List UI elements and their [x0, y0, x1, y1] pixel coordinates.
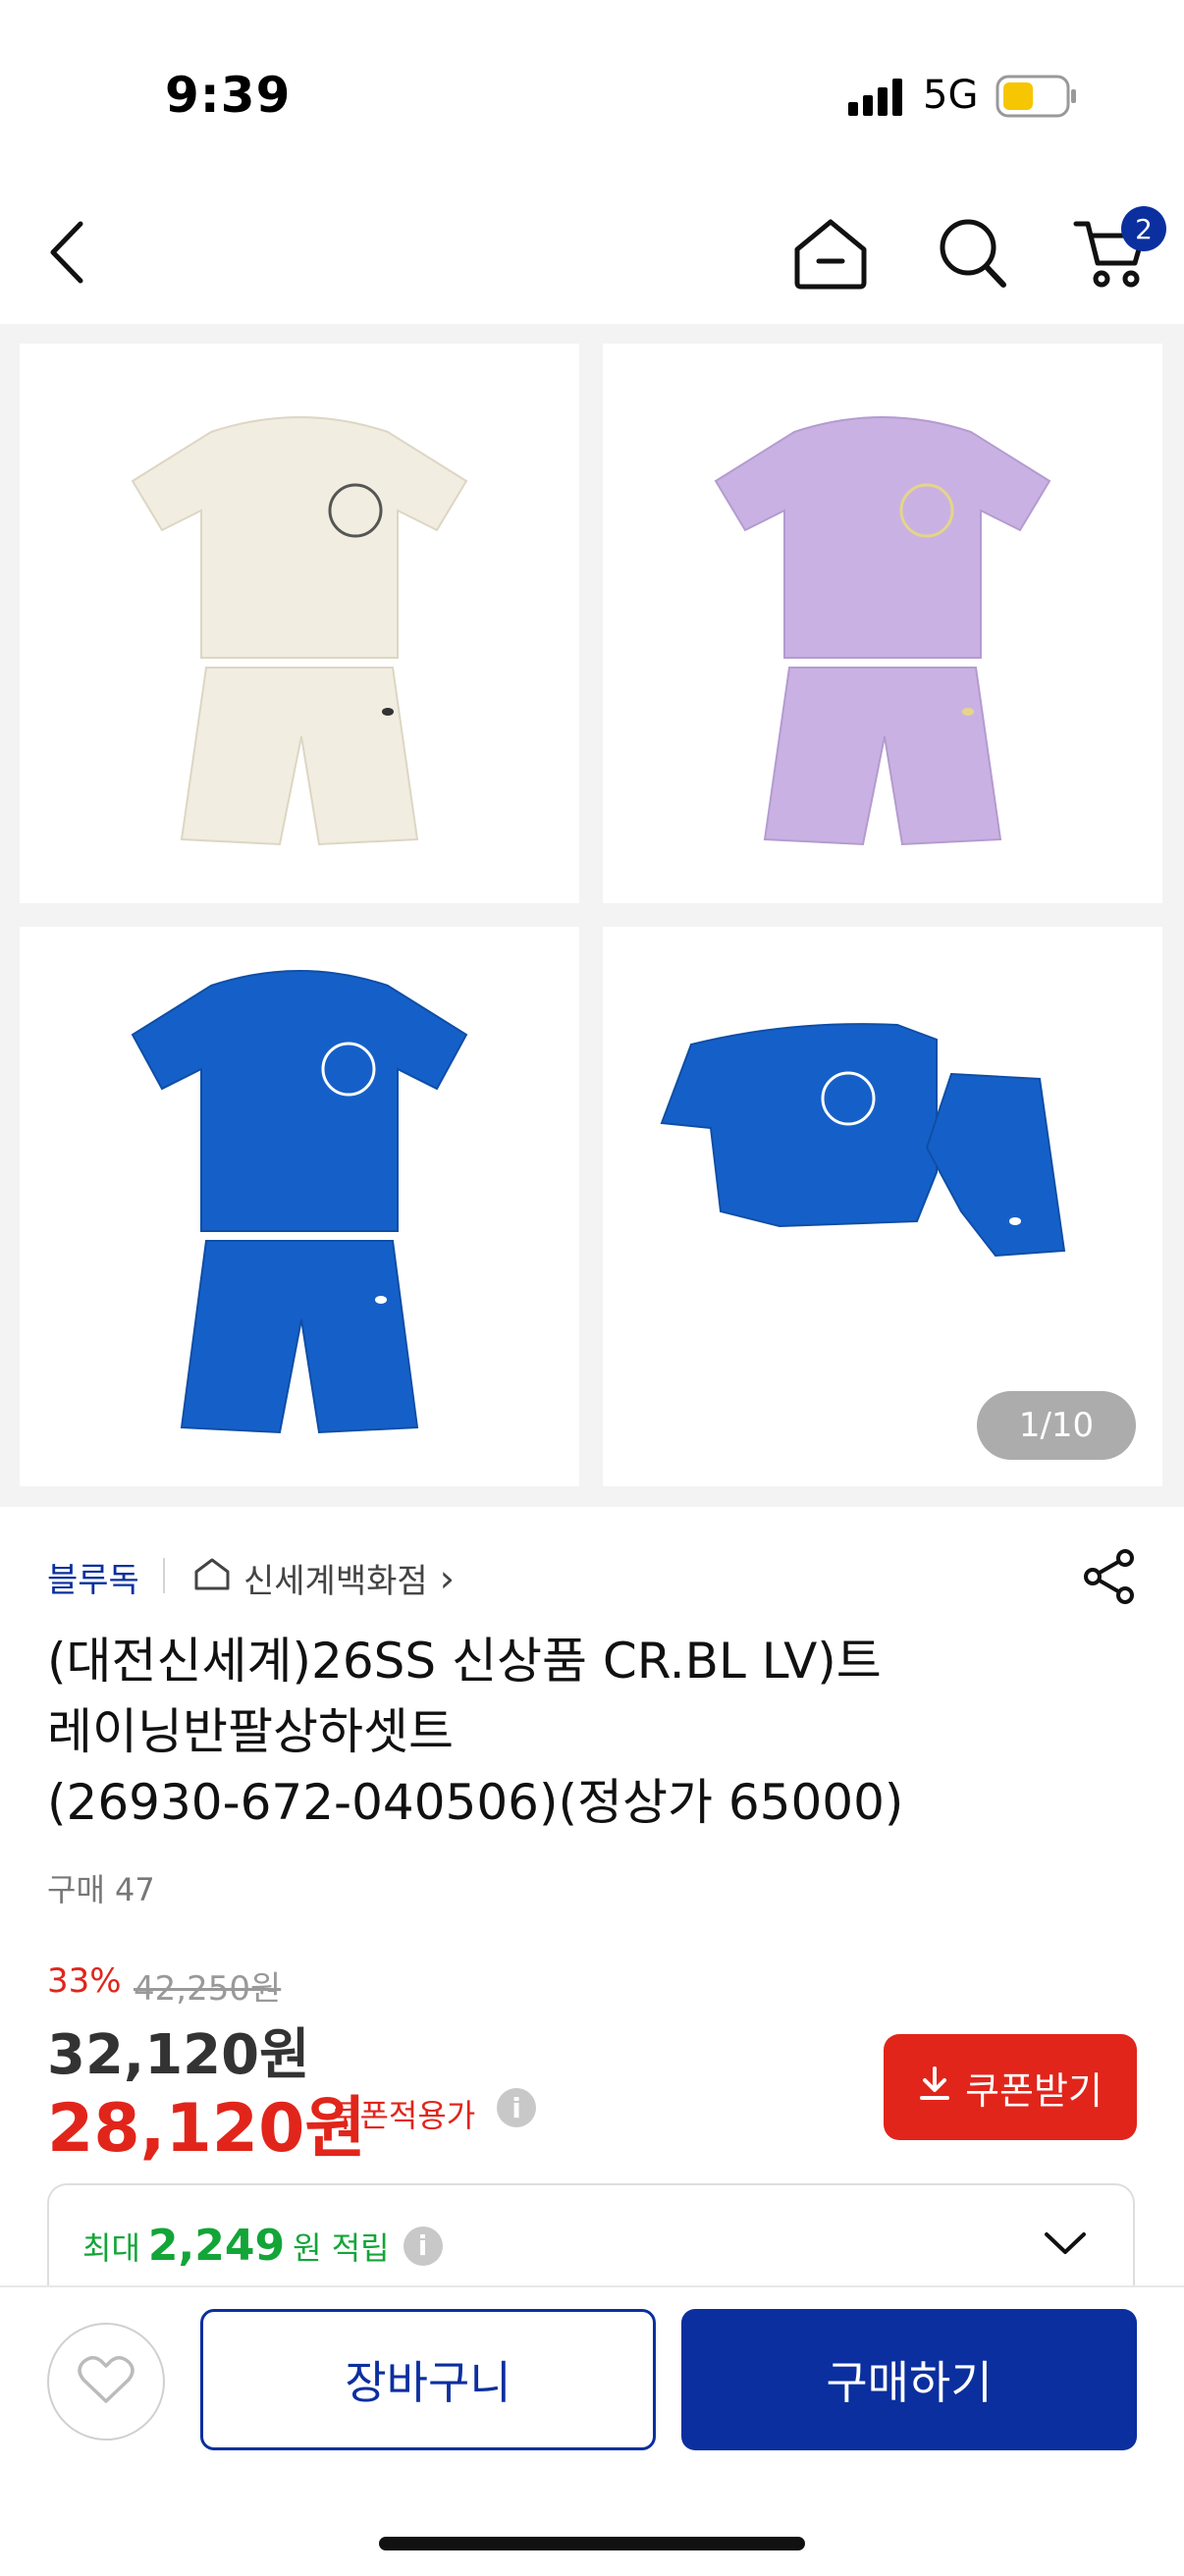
- reward-amount: 2,249: [147, 2221, 286, 2271]
- divider: [163, 1558, 165, 1593]
- product-title-line: (대전신세계)26SS 신상품 CR.BL LV)트: [47, 1633, 882, 1690]
- add-to-cart-button[interactable]: 장바구니: [200, 2309, 656, 2450]
- product-image-gallery[interactable]: [0, 324, 1184, 1507]
- info-icon[interactable]: i: [497, 2088, 536, 2127]
- download-icon: [918, 2066, 951, 2110]
- cart-badge: 2: [1121, 206, 1166, 251]
- back-icon[interactable]: [45, 218, 90, 287]
- buy-now-button[interactable]: 구매하기: [681, 2309, 1137, 2450]
- signal-icon: [848, 79, 905, 120]
- store-icon: [192, 1556, 232, 1600]
- coupon-button-label: 쿠폰받기: [965, 2068, 1103, 2113]
- chevron-down-icon[interactable]: [1043, 2228, 1088, 2262]
- product-image-cream[interactable]: [20, 344, 579, 903]
- discount-rate: 33%: [47, 1961, 122, 2001]
- product-title-line: 레이닝반팔상하셋트: [47, 1703, 454, 1760]
- product-title-line: (26930-672-040506)(정상가 65000): [47, 1774, 904, 1831]
- chevron-right-icon: ›: [439, 1556, 455, 1600]
- product-image-blue[interactable]: [20, 927, 579, 1486]
- gallery-counter: 1/10: [977, 1391, 1136, 1460]
- heart-icon: [78, 2354, 135, 2409]
- info-icon[interactable]: i: [403, 2226, 443, 2266]
- reward-suffix: 원 적립: [293, 2228, 390, 2267]
- status-time: 9:39: [165, 67, 292, 124]
- battery-icon: [996, 75, 1078, 122]
- reward-prefix: 최대: [82, 2228, 140, 2267]
- brand-link[interactable]: 블루독: [47, 1553, 139, 1601]
- search-icon[interactable]: [937, 214, 1009, 291]
- coupon-price-note: 쿠폰적용가: [331, 2097, 476, 2134]
- reward-summary: 최대 2,249 원 적립 i: [82, 2221, 443, 2271]
- home-icon[interactable]: [791, 216, 870, 291]
- store-label: 신세계백화점: [243, 1562, 428, 1601]
- home-indicator: [379, 2537, 805, 2550]
- purchase-count: 구매 47: [47, 1871, 155, 1908]
- wishlist-button[interactable]: [47, 2323, 165, 2441]
- network-label: 5G: [923, 73, 979, 118]
- store-link[interactable]: 신세계백화점 ›: [192, 1554, 455, 1602]
- coupon-price: 28,120원: [47, 2090, 366, 2168]
- original-price: 42,250원: [134, 1969, 282, 2009]
- coupon-download-button[interactable]: 쿠폰받기: [884, 2034, 1137, 2140]
- share-icon[interactable]: [1082, 1548, 1137, 1609]
- product-image-lavender[interactable]: [603, 344, 1162, 903]
